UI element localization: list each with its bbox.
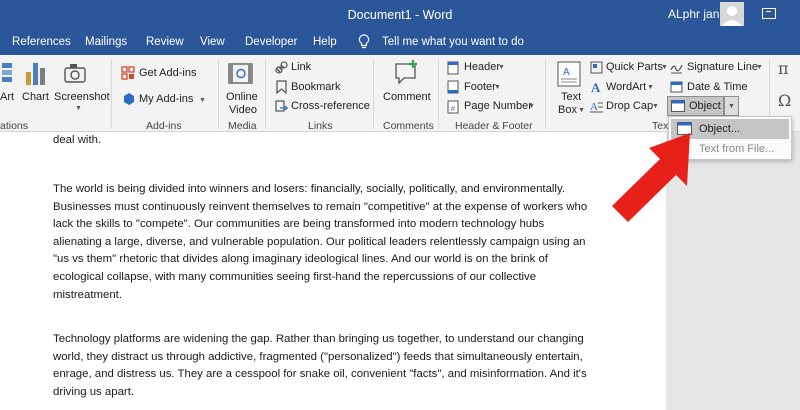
svg-text:A: A — [590, 101, 598, 113]
object-icon — [677, 122, 692, 135]
ribbon-separator — [438, 59, 439, 129]
cross-reference-icon — [275, 100, 288, 112]
paragraph: The world is being divided into winners … — [53, 183, 588, 301]
header-button[interactable]: Header — [464, 61, 500, 73]
title-bar: Document1 - Word ALphr jan — [0, 0, 800, 30]
ribbon-separator — [265, 59, 266, 129]
comment-button[interactable]: Comment — [383, 91, 431, 103]
chart-button[interactable]: Chart — [22, 91, 49, 103]
wordart-button[interactable]: WordArt — [606, 81, 646, 93]
group-links-label: Links — [308, 120, 333, 132]
smartart-button[interactable]: Art — [0, 91, 14, 103]
page-number-button[interactable]: Page Number — [464, 100, 532, 112]
footer-dropdown-icon[interactable]: ▼ — [494, 84, 501, 91]
bookmark-button[interactable]: Bookmark — [291, 81, 341, 93]
wordart-dropdown-icon[interactable]: ▼ — [647, 84, 654, 91]
ribbon-separator — [545, 59, 546, 129]
footer-icon — [447, 80, 459, 94]
menu-item-object[interactable]: Object... — [671, 119, 789, 139]
signature-line-dropdown-icon[interactable]: ▼ — [756, 64, 763, 71]
signature-line-button[interactable]: Signature Line — [687, 61, 758, 73]
tab-review[interactable]: Review — [146, 36, 184, 48]
text-box-icon: A — [557, 61, 581, 87]
link-icon — [275, 61, 288, 74]
quick-parts-icon — [590, 61, 603, 74]
my-addins-button[interactable]: My Add-ins — [139, 93, 193, 105]
ribbon-display-options-icon[interactable] — [762, 8, 776, 19]
cross-reference-button[interactable]: Cross-reference — [291, 100, 370, 112]
online-video-label: Video — [229, 104, 257, 116]
svg-text:A: A — [563, 67, 570, 78]
object-icon — [671, 100, 685, 112]
group-header-footer-label: Header & Footer — [455, 120, 533, 132]
drop-cap-button[interactable]: Drop Cap — [606, 100, 653, 112]
text-box-dropdown-icon[interactable]: ▼ — [578, 107, 585, 114]
screenshot-icon — [64, 64, 86, 83]
drop-cap-dropdown-icon[interactable]: ▼ — [652, 103, 659, 110]
tab-help[interactable]: Help — [313, 36, 337, 48]
wordart-icon: A — [591, 80, 601, 93]
svg-text:A: A — [591, 80, 601, 93]
menu-item-text-from-file[interactable]: Text from File... — [671, 139, 789, 159]
header-dropdown-icon[interactable]: ▼ — [498, 64, 505, 71]
equation-icon[interactable]: π — [778, 59, 789, 78]
symbol-icon[interactable]: Ω — [778, 91, 791, 110]
date-time-button[interactable]: Date & Time — [687, 81, 748, 93]
object-button-label: Object — [689, 100, 721, 112]
svg-text:#: # — [451, 106, 455, 113]
ribbon-separator — [218, 59, 219, 129]
footer-button[interactable]: Footer — [464, 81, 496, 93]
my-addins-dropdown-icon[interactable]: ▼ — [199, 97, 206, 104]
screenshot-button[interactable]: Screenshot — [54, 91, 110, 103]
link-button[interactable]: Link — [291, 61, 311, 73]
text-box-button[interactable]: Text — [561, 91, 581, 103]
tab-references[interactable]: References — [12, 36, 71, 48]
object-dropdown-menu: Object... Text from File... — [668, 116, 792, 160]
page-number-icon: # — [447, 100, 459, 114]
online-video-icon — [228, 63, 253, 84]
avatar[interactable] — [720, 2, 744, 26]
group-media-label: Media — [228, 120, 257, 132]
menu-item-object-label: Object... — [699, 123, 740, 135]
drop-cap-icon: A — [590, 101, 603, 113]
object-dropdown-icon: ▼ — [728, 103, 735, 110]
user-silhouette-icon — [722, 6, 742, 26]
get-addins-button[interactable]: Get Add-ins — [139, 67, 196, 79]
date-time-icon — [670, 81, 683, 93]
header-icon — [447, 61, 459, 75]
tab-developer[interactable]: Developer — [245, 36, 297, 48]
new-comment-icon — [395, 60, 417, 85]
online-video-button[interactable]: Online — [226, 91, 258, 103]
signature-line-icon — [670, 64, 683, 74]
tell-me-search[interactable]: Tell me what you want to do — [382, 36, 524, 48]
document-background — [666, 132, 800, 410]
user-name[interactable]: ALphr jan — [668, 7, 719, 21]
screenshot-dropdown-icon[interactable]: ▼ — [75, 105, 82, 112]
group-addins-label: Add-ins — [146, 120, 182, 132]
quick-parts-button[interactable]: Quick Parts — [606, 61, 663, 73]
ribbon-separator — [111, 59, 112, 129]
lightbulb-icon — [358, 34, 370, 49]
paragraph: deal with. — [53, 134, 102, 146]
bookmark-icon — [276, 80, 287, 94]
tab-view[interactable]: View — [200, 36, 225, 48]
chart-icon — [26, 63, 45, 85]
my-addins-icon — [124, 93, 134, 105]
tab-mailings[interactable]: Mailings — [85, 36, 127, 48]
ribbon-tabs: References Mailings Review View Develope… — [0, 30, 800, 55]
quick-parts-dropdown-icon[interactable]: ▼ — [661, 64, 668, 71]
group-comments-label: Comments — [383, 120, 434, 132]
menu-item-text-from-file-label: Text from File... — [699, 143, 775, 155]
smartart-icon — [2, 63, 12, 82]
store-icon — [121, 66, 135, 80]
paragraph: Technology platforms are widening the ga… — [53, 333, 587, 398]
ribbon-separator — [373, 59, 374, 129]
page-number-dropdown-icon[interactable]: ▼ — [528, 103, 535, 110]
text-box-label: Box — [558, 104, 577, 116]
group-illustrations-label: ations — [0, 120, 29, 132]
document-page[interactable]: deal with. The world is being divided in… — [0, 132, 666, 410]
